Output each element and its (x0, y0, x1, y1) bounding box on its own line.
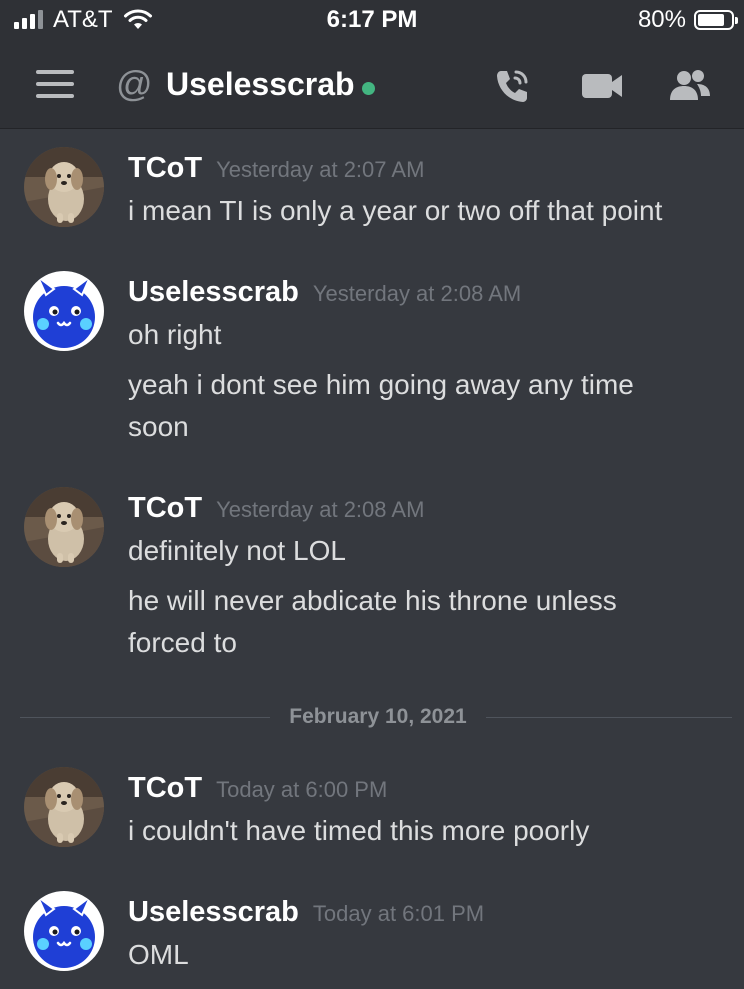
author-name[interactable]: TCoT (128, 492, 202, 524)
date-divider-label: February 10, 2021 (270, 704, 486, 730)
avatar[interactable] (24, 271, 104, 351)
dm-recipient-name: Uselesscrab (166, 66, 355, 102)
channel-header: @ Uselesscrab (0, 42, 744, 128)
message-timestamp: Yesterday at 2:07 AM (216, 157, 425, 182)
message-text[interactable]: forced to (128, 622, 718, 664)
battery-percent: 80% (637, 6, 686, 33)
phone-call-icon[interactable] (490, 64, 534, 108)
message-timestamp: Yesterday at 2:08 AM (216, 497, 425, 522)
message-timestamp: Today at 6:00 PM (216, 777, 388, 802)
dog-photo-avatar (24, 487, 104, 567)
author-name[interactable]: Uselesscrab (128, 896, 299, 928)
status-time: 6:17 PM (326, 6, 418, 33)
video-camera-icon[interactable] (580, 64, 624, 108)
message-author[interactable]: TCoT Yesterday at 2:08 AM (128, 491, 424, 527)
status-bar: AT&T 6:17 PM 80% (0, 0, 744, 42)
avatar[interactable] (24, 891, 104, 971)
message-text[interactable]: oh right (128, 314, 718, 356)
message-author[interactable]: TCoT Yesterday at 2:07 AM (128, 151, 424, 187)
blue-creature-avatar (24, 271, 104, 351)
avatar[interactable] (24, 147, 104, 227)
message-text[interactable]: i mean TI is only a year or two off that… (128, 190, 718, 232)
blue-creature-avatar (24, 891, 104, 971)
members-icon[interactable] (668, 64, 712, 108)
dog-photo-avatar (24, 767, 104, 847)
author-name[interactable]: Uselesscrab (128, 276, 299, 308)
message-author[interactable]: Uselesscrab Yesterday at 2:08 AM (128, 275, 521, 311)
author-name[interactable]: TCoT (128, 772, 202, 804)
message-text[interactable]: soon (128, 406, 718, 448)
avatar[interactable] (24, 767, 104, 847)
message-author[interactable]: Uselesscrab Today at 6:01 PM (128, 895, 484, 931)
message-author[interactable]: TCoT Today at 6:00 PM (128, 771, 387, 807)
dog-photo-avatar (24, 147, 104, 227)
message-text[interactable]: definitely not LOL (128, 530, 718, 572)
message-timestamp: Today at 6:01 PM (312, 901, 485, 926)
battery-icon (694, 10, 738, 30)
author-name[interactable]: TCoT (128, 152, 202, 184)
message-list[interactable]: TCoT Yesterday at 2:07 AM i mean TI is on… (0, 129, 744, 989)
hamburger-menu-icon[interactable] (36, 70, 74, 98)
top-bar: AT&T 6:17 PM 80% @ Uselesscrab (0, 0, 744, 129)
avatar[interactable] (24, 487, 104, 567)
date-divider: February 10, 2021 (20, 704, 732, 730)
message-text[interactable]: yeah i dont see him going away any time (128, 364, 718, 406)
message-text[interactable]: he will never abdicate his throne unless (128, 580, 718, 622)
message-text[interactable]: OML (128, 934, 718, 976)
at-mention-icon: @ (116, 63, 153, 104)
message-timestamp: Yesterday at 2:08 AM (312, 281, 522, 306)
message-text[interactable]: i couldn't have timed this more poorly (128, 810, 718, 852)
online-status-indicator (362, 82, 375, 95)
